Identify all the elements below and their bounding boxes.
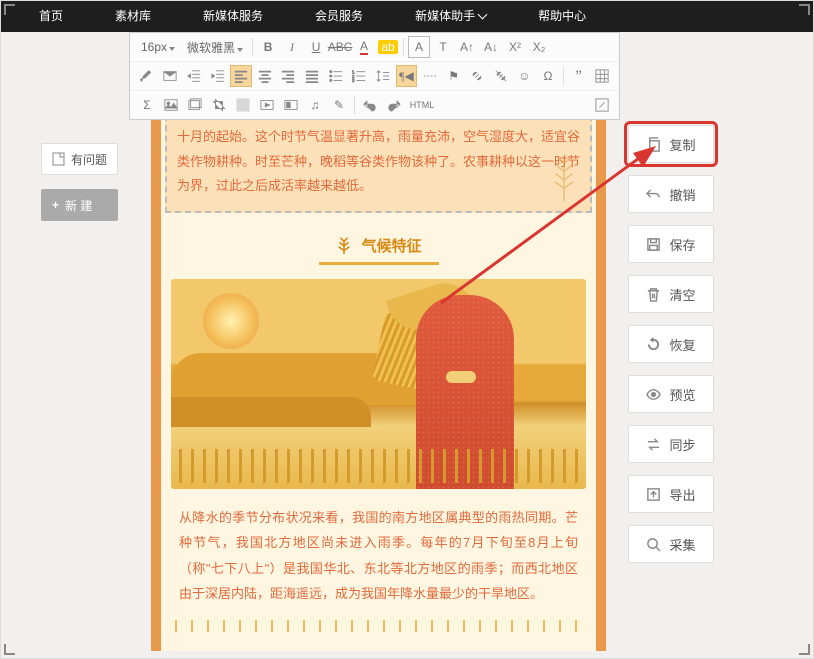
anchor-icon[interactable]: ⚑ (443, 65, 465, 87)
clear-button[interactable]: 清空 (628, 275, 714, 313)
search-icon (646, 537, 661, 552)
sync-icon (646, 437, 661, 452)
nav-member[interactable]: 会员服务 (289, 1, 389, 32)
font-size-select[interactable]: 16px (136, 39, 180, 55)
redo-icon[interactable] (383, 94, 405, 116)
save-button[interactable]: 保存 (628, 225, 714, 263)
paragraph-icon[interactable]: ¶◀ (396, 65, 418, 87)
nav-home[interactable]: 首页 (13, 1, 89, 32)
new-label: 新 建 (65, 197, 92, 214)
underline-icon[interactable]: U (305, 36, 327, 58)
align-left-icon[interactable] (230, 65, 252, 87)
font-family-select[interactable]: 微软雅黑 (182, 38, 248, 57)
has-issue-label: 有问题 (71, 151, 107, 168)
export-button[interactable]: 导出 (628, 475, 714, 513)
action-sidebar: 复制 撤销 保存 清空 恢复 预览 同步 导出 采集 (628, 125, 714, 563)
line-height-icon[interactable] (372, 65, 394, 87)
restore-button[interactable]: 恢复 (628, 325, 714, 363)
text-tool-icon[interactable]: T (432, 36, 454, 58)
bold-icon[interactable]: B (257, 36, 279, 58)
eyedropper-icon[interactable] (136, 65, 158, 87)
quote-icon[interactable]: ” (568, 65, 590, 87)
subscript-icon[interactable]: X₂ (528, 36, 550, 58)
sigma-icon[interactable]: Σ (136, 94, 158, 116)
chevron-down-icon (478, 10, 488, 20)
trash-icon (646, 287, 661, 302)
preview-button[interactable]: 预览 (628, 375, 714, 413)
eye-icon (646, 387, 661, 402)
unlink-icon[interactable] (490, 65, 512, 87)
font-increase-icon[interactable]: A↑ (456, 36, 478, 58)
nav-newmedia-service[interactable]: 新媒体服务 (177, 1, 289, 32)
envelope-icon[interactable] (160, 65, 182, 87)
strike-icon[interactable]: ABC (329, 36, 351, 58)
multi-image-icon[interactable] (184, 94, 206, 116)
undo-button[interactable]: 撤销 (628, 175, 714, 213)
document-icon (52, 152, 65, 166)
align-center-icon[interactable] (254, 65, 276, 87)
selected-text-block[interactable]: 十月的起始。这个时节气温显著升高，雨量充沛，空气湿度大，适宜谷类作物耕种。时至芒… (165, 115, 592, 213)
sync-button[interactable]: 同步 (628, 425, 714, 463)
has-issue-button[interactable]: 有问题 (41, 143, 118, 175)
collect-button[interactable]: 采集 (628, 525, 714, 563)
illustration-image (171, 279, 586, 489)
outdent-icon[interactable] (183, 65, 205, 87)
link-icon[interactable] (466, 65, 488, 87)
image-icon[interactable] (160, 94, 182, 116)
align-justify-icon[interactable] (301, 65, 323, 87)
align-right-icon[interactable] (278, 65, 300, 87)
ornament-divider (175, 620, 582, 632)
nav-materials[interactable]: 素材库 (89, 1, 177, 32)
card-icon[interactable] (280, 94, 302, 116)
plus-icon: + (52, 198, 59, 212)
music-icon[interactable]: ♫ (304, 94, 326, 116)
new-button[interactable]: + 新 建 (41, 189, 118, 221)
font-decrease-icon[interactable]: A↓ (480, 36, 502, 58)
number-list-icon[interactable]: 123 (348, 65, 370, 87)
highlight-icon[interactable]: ab (377, 36, 399, 58)
undo-icon[interactable] (359, 94, 381, 116)
restore-icon (646, 337, 661, 352)
wheat-icon (546, 151, 582, 201)
save-icon (646, 237, 661, 252)
editor-toolbar: 16px 微软雅黑 B I U ABC A ab A T A↑ A↓ X² X₂ (129, 32, 620, 120)
top-nav: 首页 素材库 新媒体服务 会员服务 新媒体助手 帮助中心 (1, 1, 813, 32)
crop-icon[interactable] (208, 94, 230, 116)
nav-help[interactable]: 帮助中心 (512, 1, 612, 32)
nav-assistant[interactable]: 新媒体助手 (389, 1, 512, 32)
copy-icon (646, 137, 661, 152)
emoji-icon[interactable]: ☺ (514, 65, 536, 87)
body-paragraph: 从降水的季节分布状况来看，我国的南方地区属典型的雨热同期。芒种节气，我国北方地区… (179, 505, 578, 606)
left-panel: 有问题 + 新 建 (41, 143, 118, 221)
svg-text:3: 3 (352, 78, 355, 83)
background-icon[interactable] (232, 94, 254, 116)
video-icon[interactable] (256, 94, 278, 116)
superscript-icon[interactable]: X² (504, 36, 526, 58)
indent-icon[interactable] (207, 65, 229, 87)
undo-icon (646, 187, 661, 202)
grain-icon (335, 236, 353, 254)
selected-text: 十月的起始。这个时节气温显著升高，雨量充沛，空气湿度大，适宜谷类作物耕种。时至芒… (177, 129, 580, 193)
copy-button[interactable]: 复制 (628, 125, 714, 163)
bullet-list-icon[interactable] (325, 65, 347, 87)
text-style-a-icon[interactable]: A (408, 36, 430, 58)
editor-canvas[interactable]: 十月的起始。这个时节气温显著升高，雨量充沛，空气湿度大，适宜谷类作物耕种。时至芒… (151, 111, 606, 651)
text-color-icon[interactable]: A (353, 36, 375, 58)
export-icon (646, 487, 661, 502)
html-source-button[interactable]: HTML (407, 94, 437, 116)
edit-box-icon[interactable] (591, 94, 613, 116)
pagebreak-icon[interactable] (419, 65, 441, 87)
section-title: 气候特征 (161, 235, 596, 256)
special-char-icon[interactable]: Ω (537, 65, 559, 87)
edit-icon[interactable]: ✎ (328, 94, 350, 116)
table-icon[interactable] (591, 65, 613, 87)
title-underline (319, 262, 439, 265)
italic-icon[interactable]: I (281, 36, 303, 58)
